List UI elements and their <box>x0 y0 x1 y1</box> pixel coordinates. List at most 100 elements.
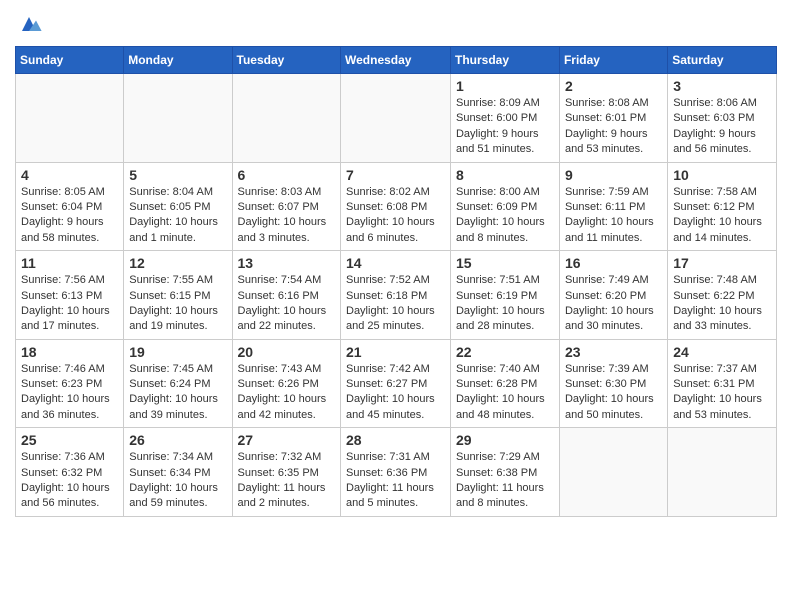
day-info: Sunrise: 7:43 AMSunset: 6:26 PMDaylight:… <box>238 362 335 424</box>
calendar-header-tuesday: Tuesday <box>232 47 340 74</box>
day-number: 8 <box>456 167 554 183</box>
calendar-cell <box>559 428 667 517</box>
day-info: Sunrise: 7:59 AMSunset: 6:11 PMDaylight:… <box>565 185 662 247</box>
day-number: 23 <box>565 344 662 360</box>
day-number: 18 <box>21 344 118 360</box>
calendar-header-friday: Friday <box>559 47 667 74</box>
day-info: Sunrise: 7:40 AMSunset: 6:28 PMDaylight:… <box>456 362 554 424</box>
day-info: Sunrise: 7:32 AMSunset: 6:35 PMDaylight:… <box>238 450 335 512</box>
calendar-cell <box>668 428 777 517</box>
calendar-cell: 23 Sunrise: 7:39 AMSunset: 6:30 PMDayligh… <box>559 339 667 428</box>
day-number: 25 <box>21 432 118 448</box>
calendar-week-4: 18 Sunrise: 7:46 AMSunset: 6:23 PMDayligh… <box>16 339 777 428</box>
calendar-header-wednesday: Wednesday <box>341 47 451 74</box>
calendar-header-saturday: Saturday <box>668 47 777 74</box>
calendar-cell <box>341 74 451 163</box>
calendar-week-5: 25 Sunrise: 7:36 AMSunset: 6:32 PMDayligh… <box>16 428 777 517</box>
calendar-cell: 11 Sunrise: 7:56 AMSunset: 6:13 PMDayligh… <box>16 251 124 340</box>
calendar-cell: 19 Sunrise: 7:45 AMSunset: 6:24 PMDayligh… <box>124 339 232 428</box>
day-info: Sunrise: 7:46 AMSunset: 6:23 PMDaylight:… <box>21 362 118 424</box>
day-number: 16 <box>565 255 662 271</box>
calendar-cell: 21 Sunrise: 7:42 AMSunset: 6:27 PMDayligh… <box>341 339 451 428</box>
logo-icon <box>15 10 43 38</box>
day-number: 9 <box>565 167 662 183</box>
day-number: 2 <box>565 78 662 94</box>
calendar-week-3: 11 Sunrise: 7:56 AMSunset: 6:13 PMDayligh… <box>16 251 777 340</box>
calendar-cell: 12 Sunrise: 7:55 AMSunset: 6:15 PMDayligh… <box>124 251 232 340</box>
day-number: 27 <box>238 432 335 448</box>
calendar-cell: 9 Sunrise: 7:59 AMSunset: 6:11 PMDaylight… <box>559 162 667 251</box>
calendar-cell: 4Sunrise: 8:05 AMSunset: 6:04 PMDaylight… <box>16 162 124 251</box>
day-info: Sunrise: 7:49 AMSunset: 6:20 PMDaylight:… <box>565 273 662 335</box>
day-info: Sunrise: 7:58 AMSunset: 6:12 PMDaylight:… <box>673 185 771 247</box>
day-info: Sunrise: 7:48 AMSunset: 6:22 PMDaylight:… <box>673 273 771 335</box>
calendar-header-sunday: Sunday <box>16 47 124 74</box>
calendar-cell: 16 Sunrise: 7:49 AMSunset: 6:20 PMDayligh… <box>559 251 667 340</box>
calendar-cell: 25 Sunrise: 7:36 AMSunset: 6:32 PMDayligh… <box>16 428 124 517</box>
day-info: Sunrise: 7:31 AMSunset: 6:36 PMDaylight:… <box>346 450 445 512</box>
calendar-cell: 27 Sunrise: 7:32 AMSunset: 6:35 PMDayligh… <box>232 428 340 517</box>
day-info: Sunrise: 7:51 AMSunset: 6:19 PMDaylight:… <box>456 273 554 335</box>
calendar-cell: 20 Sunrise: 7:43 AMSunset: 6:26 PMDayligh… <box>232 339 340 428</box>
day-number: 26 <box>129 432 226 448</box>
day-info: Sunrise: 7:42 AMSunset: 6:27 PMDaylight:… <box>346 362 445 424</box>
day-number: 4 <box>21 167 118 183</box>
day-number: 7 <box>346 167 445 183</box>
day-number: 6 <box>238 167 335 183</box>
day-info: Sunrise: 7:36 AMSunset: 6:32 PMDaylight:… <box>21 450 118 512</box>
calendar-cell: 28 Sunrise: 7:31 AMSunset: 6:36 PMDayligh… <box>341 428 451 517</box>
calendar-week-1: 1Sunrise: 8:09 AMSunset: 6:00 PMDaylight… <box>16 74 777 163</box>
day-number: 24 <box>673 344 771 360</box>
day-number: 5 <box>129 167 226 183</box>
calendar-cell: 6 Sunrise: 8:03 AMSunset: 6:07 PMDaylight… <box>232 162 340 251</box>
calendar-cell: 17 Sunrise: 7:48 AMSunset: 6:22 PMDayligh… <box>668 251 777 340</box>
day-number: 17 <box>673 255 771 271</box>
calendar-header-row: SundayMondayTuesdayWednesdayThursdayFrid… <box>16 47 777 74</box>
calendar-cell <box>232 74 340 163</box>
day-info: Sunrise: 7:45 AMSunset: 6:24 PMDaylight:… <box>129 362 226 424</box>
day-info: Sunrise: 8:03 AMSunset: 6:07 PMDaylight:… <box>238 185 335 247</box>
calendar-cell: 26 Sunrise: 7:34 AMSunset: 6:34 PMDayligh… <box>124 428 232 517</box>
day-info: Sunrise: 8:04 AMSunset: 6:05 PMDaylight:… <box>129 185 226 247</box>
day-number: 12 <box>129 255 226 271</box>
day-number: 13 <box>238 255 335 271</box>
calendar-cell: 3 Sunrise: 8:06 AMSunset: 6:03 PMDaylight… <box>668 74 777 163</box>
calendar-cell: 24 Sunrise: 7:37 AMSunset: 6:31 PMDayligh… <box>668 339 777 428</box>
calendar-cell: 10 Sunrise: 7:58 AMSunset: 6:12 PMDayligh… <box>668 162 777 251</box>
day-number: 3 <box>673 78 771 94</box>
calendar-header-thursday: Thursday <box>450 47 559 74</box>
day-info: Sunrise: 7:29 AMSunset: 6:38 PMDaylight:… <box>456 450 554 512</box>
day-number: 10 <box>673 167 771 183</box>
day-number: 19 <box>129 344 226 360</box>
calendar-cell: 18 Sunrise: 7:46 AMSunset: 6:23 PMDayligh… <box>16 339 124 428</box>
day-info: Sunrise: 7:39 AMSunset: 6:30 PMDaylight:… <box>565 362 662 424</box>
day-number: 14 <box>346 255 445 271</box>
calendar-cell: 8 Sunrise: 8:00 AMSunset: 6:09 PMDaylight… <box>450 162 559 251</box>
day-info: Sunrise: 8:00 AMSunset: 6:09 PMDaylight:… <box>456 185 554 247</box>
day-number: 29 <box>456 432 554 448</box>
calendar-cell: 13 Sunrise: 7:54 AMSunset: 6:16 PMDayligh… <box>232 251 340 340</box>
day-info: Sunrise: 7:34 AMSunset: 6:34 PMDaylight:… <box>129 450 226 512</box>
day-number: 21 <box>346 344 445 360</box>
calendar-cell: 14 Sunrise: 7:52 AMSunset: 6:18 PMDayligh… <box>341 251 451 340</box>
day-info: Sunrise: 7:56 AMSunset: 6:13 PMDaylight:… <box>21 273 118 335</box>
calendar-header-monday: Monday <box>124 47 232 74</box>
day-info: Sunrise: 7:52 AMSunset: 6:18 PMDaylight:… <box>346 273 445 335</box>
day-info: Sunrise: 7:55 AMSunset: 6:15 PMDaylight:… <box>129 273 226 335</box>
day-number: 11 <box>21 255 118 271</box>
calendar-cell <box>16 74 124 163</box>
day-number: 22 <box>456 344 554 360</box>
page-header <box>15 10 777 38</box>
day-info: Sunrise: 7:54 AMSunset: 6:16 PMDaylight:… <box>238 273 335 335</box>
day-number: 15 <box>456 255 554 271</box>
day-info: Sunrise: 8:06 AMSunset: 6:03 PMDaylight:… <box>673 96 771 158</box>
day-number: 20 <box>238 344 335 360</box>
calendar-cell: 29 Sunrise: 7:29 AMSunset: 6:38 PMDayligh… <box>450 428 559 517</box>
day-info: Sunrise: 8:08 AMSunset: 6:01 PMDaylight:… <box>565 96 662 158</box>
calendar-cell: 5 Sunrise: 8:04 AMSunset: 6:05 PMDaylight… <box>124 162 232 251</box>
calendar-cell: 15 Sunrise: 7:51 AMSunset: 6:19 PMDayligh… <box>450 251 559 340</box>
day-info: Sunrise: 7:37 AMSunset: 6:31 PMDaylight:… <box>673 362 771 424</box>
logo <box>15 10 47 38</box>
calendar-cell <box>124 74 232 163</box>
day-number: 28 <box>346 432 445 448</box>
